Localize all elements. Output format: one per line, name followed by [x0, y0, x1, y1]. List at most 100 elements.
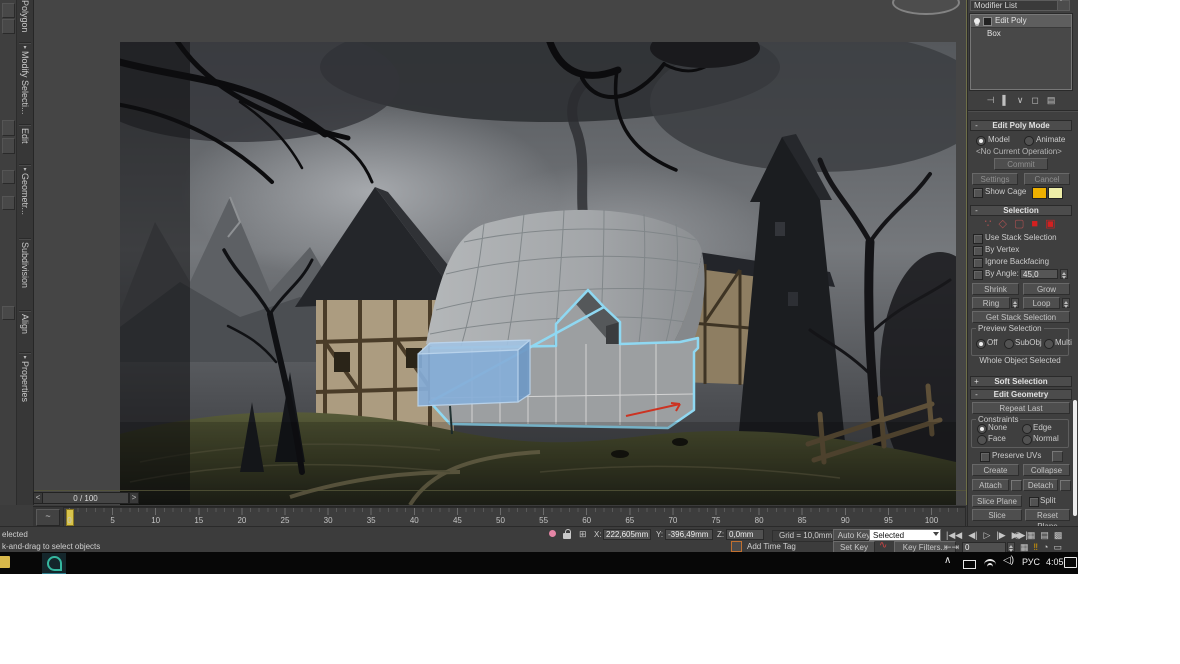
attach-settings-button[interactable]: [1011, 480, 1022, 491]
commit-button[interactable]: Commit: [994, 158, 1048, 170]
preview-subobj-radio[interactable]: [1004, 339, 1014, 349]
preserve-uvs-settings-button[interactable]: [1052, 451, 1063, 462]
make-unique-icon[interactable]: ∨: [1017, 95, 1024, 106]
loop-button[interactable]: Loop: [1023, 297, 1060, 309]
cancel-button[interactable]: Cancel: [1024, 173, 1070, 185]
speaker-icon[interactable]: ◁): [1003, 555, 1014, 566]
constraint-face-radio[interactable]: [977, 435, 987, 445]
transform-gizmo-icon[interactable]: ⊞: [579, 528, 587, 540]
z-coordinate-field[interactable]: 0,0mm: [726, 529, 764, 540]
reset-plane-button[interactable]: Reset Plane: [1025, 509, 1070, 531]
ribbon-stub-button[interactable]: [2, 3, 15, 18]
get-stack-selection-button[interactable]: Get Stack Selection: [972, 311, 1070, 323]
ribbon-tab-modify-selection[interactable]: ▾ Modify Selecti...: [17, 45, 33, 122]
mini-curve-editor-button[interactable]: ~: [36, 509, 60, 526]
animate-radio[interactable]: [1024, 136, 1034, 146]
viewport-grid-icon[interactable]: ▩: [1054, 529, 1063, 541]
constraint-normal-radio[interactable]: [1022, 435, 1032, 445]
slice-plane-button[interactable]: Slice Plane: [972, 495, 1022, 507]
ribbon-stub-button[interactable]: [2, 196, 15, 210]
pin-stack-icon[interactable]: ⊣: [987, 95, 995, 106]
folder-icon[interactable]: [0, 556, 10, 568]
stack-row-edit-poly[interactable]: Edit Poly: [971, 15, 1071, 28]
ring-spinner[interactable]: [1011, 298, 1019, 308]
ribbon-stub-button[interactable]: [2, 19, 15, 34]
y-coordinate-field[interactable]: -396,49mm: [665, 529, 713, 540]
time-tag-icon[interactable]: [731, 541, 742, 552]
isolate-selection-icon[interactable]: [549, 530, 556, 537]
next-frame-button[interactable]: >: [129, 492, 139, 504]
by-angle-spinner[interactable]: [1060, 269, 1068, 279]
configure-modifier-sets-icon[interactable]: ▤: [1047, 95, 1056, 106]
element-icon[interactable]: ▣: [1045, 218, 1055, 231]
ribbon-stub-button[interactable]: [2, 138, 15, 154]
show-cage-checkbox[interactable]: [973, 188, 983, 198]
ring-button[interactable]: Ring: [972, 297, 1010, 309]
edge-icon[interactable]: ◇: [999, 218, 1007, 231]
battery-icon[interactable]: [963, 560, 976, 569]
prev-frame-button[interactable]: <: [33, 492, 43, 504]
ribbon-tab-properties[interactable]: ▾ Properties: [17, 355, 33, 424]
previous-frame-button[interactable]: ◀|: [968, 529, 977, 541]
ignore-backfacing-checkbox[interactable]: [973, 258, 983, 268]
new-key-filter-icon[interactable]: ∿: [879, 540, 887, 552]
viewport-layout-icon[interactable]: ▦: [1027, 529, 1036, 541]
panel-scrollbar[interactable]: [1073, 400, 1077, 516]
ribbon-stub-button[interactable]: [2, 170, 15, 184]
by-angle-field[interactable]: 45,0: [1020, 269, 1058, 279]
ribbon-tab-geometry[interactable]: ▾ Geometr...: [17, 167, 33, 236]
light-bulb-icon[interactable]: [974, 18, 980, 24]
vertex-icon[interactable]: ∵: [985, 218, 992, 231]
attach-button[interactable]: Attach: [972, 479, 1009, 491]
trackbar-ruler[interactable]: 0 5 10 15 20 25 30 35 40 45 50 55 60 65 70 75 80 85 90 95 10…: [63, 507, 966, 527]
settings-button[interactable]: Settings: [972, 173, 1018, 185]
collapse-button[interactable]: Collapse: [1023, 464, 1070, 476]
stack-row-box[interactable]: Box: [971, 28, 1071, 40]
loop-spinner[interactable]: [1062, 298, 1070, 308]
ribbon-tab-align[interactable]: Align: [17, 314, 33, 350]
polygon-icon[interactable]: ■: [1031, 218, 1038, 231]
time-slider-range[interactable]: 0 / 100: [43, 492, 129, 504]
repeat-last-button[interactable]: Repeat Last: [972, 402, 1070, 414]
ribbon-tab-polygon[interactable]: Polygon: [17, 0, 33, 40]
constraint-none-radio[interactable]: [977, 424, 987, 434]
preview-off-radio[interactable]: [976, 339, 986, 349]
ribbon-stub-button[interactable]: [2, 120, 15, 136]
ribbon-tab-edit[interactable]: Edit: [17, 128, 33, 162]
next-frame-button[interactable]: |▶: [996, 529, 1005, 541]
taskbar-app-3dsmax[interactable]: [42, 553, 66, 574]
default-tangent-icon[interactable]: ◉: [1014, 529, 1022, 541]
shrink-button[interactable]: Shrink: [972, 283, 1019, 295]
go-to-start-button[interactable]: |◀◀: [946, 529, 962, 541]
detach-button[interactable]: Detach: [1023, 479, 1058, 491]
preserve-uvs-checkbox[interactable]: [980, 452, 990, 462]
x-coordinate-field[interactable]: 222,605mm: [603, 529, 651, 540]
show-end-result-icon[interactable]: ▌: [1002, 95, 1008, 105]
rollout-soft-selection[interactable]: + Soft Selection: [970, 376, 1072, 387]
preview-multi-radio[interactable]: [1044, 339, 1054, 349]
frame-spinner[interactable]: [1007, 542, 1015, 552]
play-button[interactable]: ▷: [983, 529, 990, 541]
rollout-edit-poly-mode[interactable]: - Edit Poly Mode: [970, 120, 1072, 131]
viewport-scene[interactable]: [120, 42, 956, 505]
selection-lock-toggle[interactable]: [563, 533, 571, 539]
clock[interactable]: 4:05: [1046, 557, 1064, 567]
slice-button[interactable]: Slice: [972, 509, 1022, 521]
rollout-edit-geometry[interactable]: - Edit Geometry: [970, 389, 1072, 400]
ribbon-stub-button[interactable]: [2, 306, 15, 320]
add-time-tag-label[interactable]: Add Time Tag: [747, 542, 796, 551]
ribbon-tab-subdivision[interactable]: Subdivision: [17, 242, 33, 308]
by-angle-checkbox[interactable]: [973, 270, 983, 280]
border-icon[interactable]: ▢: [1014, 218, 1024, 231]
action-center-icon[interactable]: [1064, 557, 1077, 568]
detach-settings-button[interactable]: [1060, 480, 1071, 491]
by-vertex-checkbox[interactable]: [973, 246, 983, 256]
modifier-stack[interactable]: Edit Poly Box: [970, 14, 1072, 90]
perspective-viewport[interactable]: [34, 0, 967, 505]
language-indicator[interactable]: РУС: [1022, 557, 1040, 567]
model-radio[interactable]: [976, 136, 986, 146]
grow-button[interactable]: Grow: [1023, 283, 1070, 295]
cage-selected-color-swatch[interactable]: [1048, 187, 1063, 199]
viewcube-compass[interactable]: [892, 0, 960, 15]
remove-modifier-icon[interactable]: ◻: [1031, 95, 1038, 106]
